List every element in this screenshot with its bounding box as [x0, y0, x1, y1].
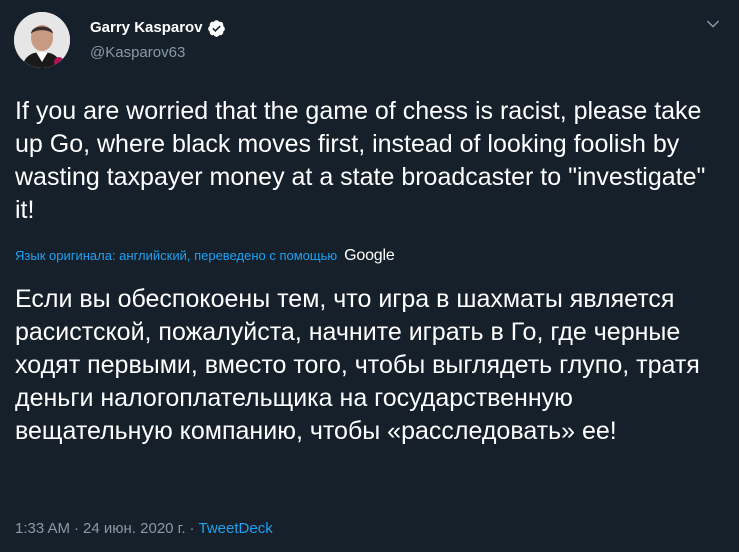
- translation-label-link[interactable]: Язык оригинала: английский, переведено с…: [15, 247, 337, 265]
- tweet-time[interactable]: 1:33 AM: [15, 519, 70, 539]
- tweet-source-link[interactable]: TweetDeck: [199, 519, 273, 539]
- author-name-row: Garry Kasparov: [90, 17, 226, 39]
- tweet-date[interactable]: 24 июн. 2020 г.: [83, 519, 185, 539]
- avatar[interactable]: [14, 12, 70, 68]
- translated-tweet-text: Если вы обеспокоены тем, что игра в шахм…: [15, 285, 700, 445]
- google-logo: Google: [344, 247, 395, 264]
- tweet-meta: 1:33 AM · 24 июн. 2020 г. · TweetDeck: [15, 519, 273, 539]
- tweet-text: If you are worried that the game of ches…: [15, 97, 706, 224]
- tweet-card: Garry Kasparov @Kasparov63 If you are wo…: [0, 0, 739, 552]
- translation-attribution: Язык оригинала: английский, переведено с…: [15, 245, 395, 267]
- meta-separator: ·: [74, 520, 80, 537]
- verified-badge-icon: [207, 19, 226, 38]
- more-options-chevron-down-icon[interactable]: [701, 12, 725, 36]
- author-display-name[interactable]: Garry Kasparov: [90, 18, 203, 38]
- author-handle[interactable]: @Kasparov63: [90, 43, 185, 63]
- meta-separator: ·: [189, 520, 195, 537]
- avatar-portrait-icon: [14, 12, 70, 68]
